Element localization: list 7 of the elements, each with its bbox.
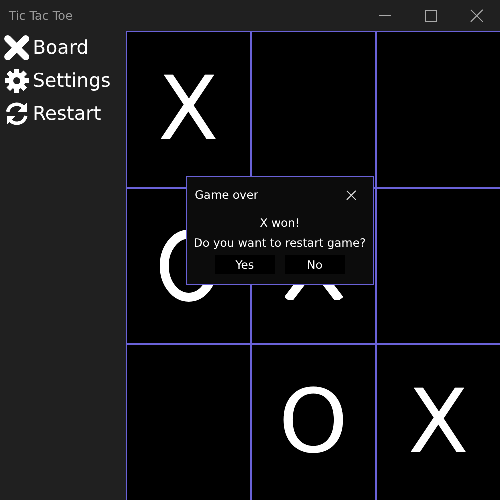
window-title: Tic Tac Toe [9, 8, 74, 22]
dialog-question: Do you want to restart game? [194, 236, 366, 250]
cell-mark: X [408, 387, 469, 458]
result-message: X won! [260, 216, 300, 230]
dialog-title: Game over [195, 188, 259, 202]
cell-mark: O [278, 387, 348, 458]
cell-mark: X [158, 74, 219, 145]
